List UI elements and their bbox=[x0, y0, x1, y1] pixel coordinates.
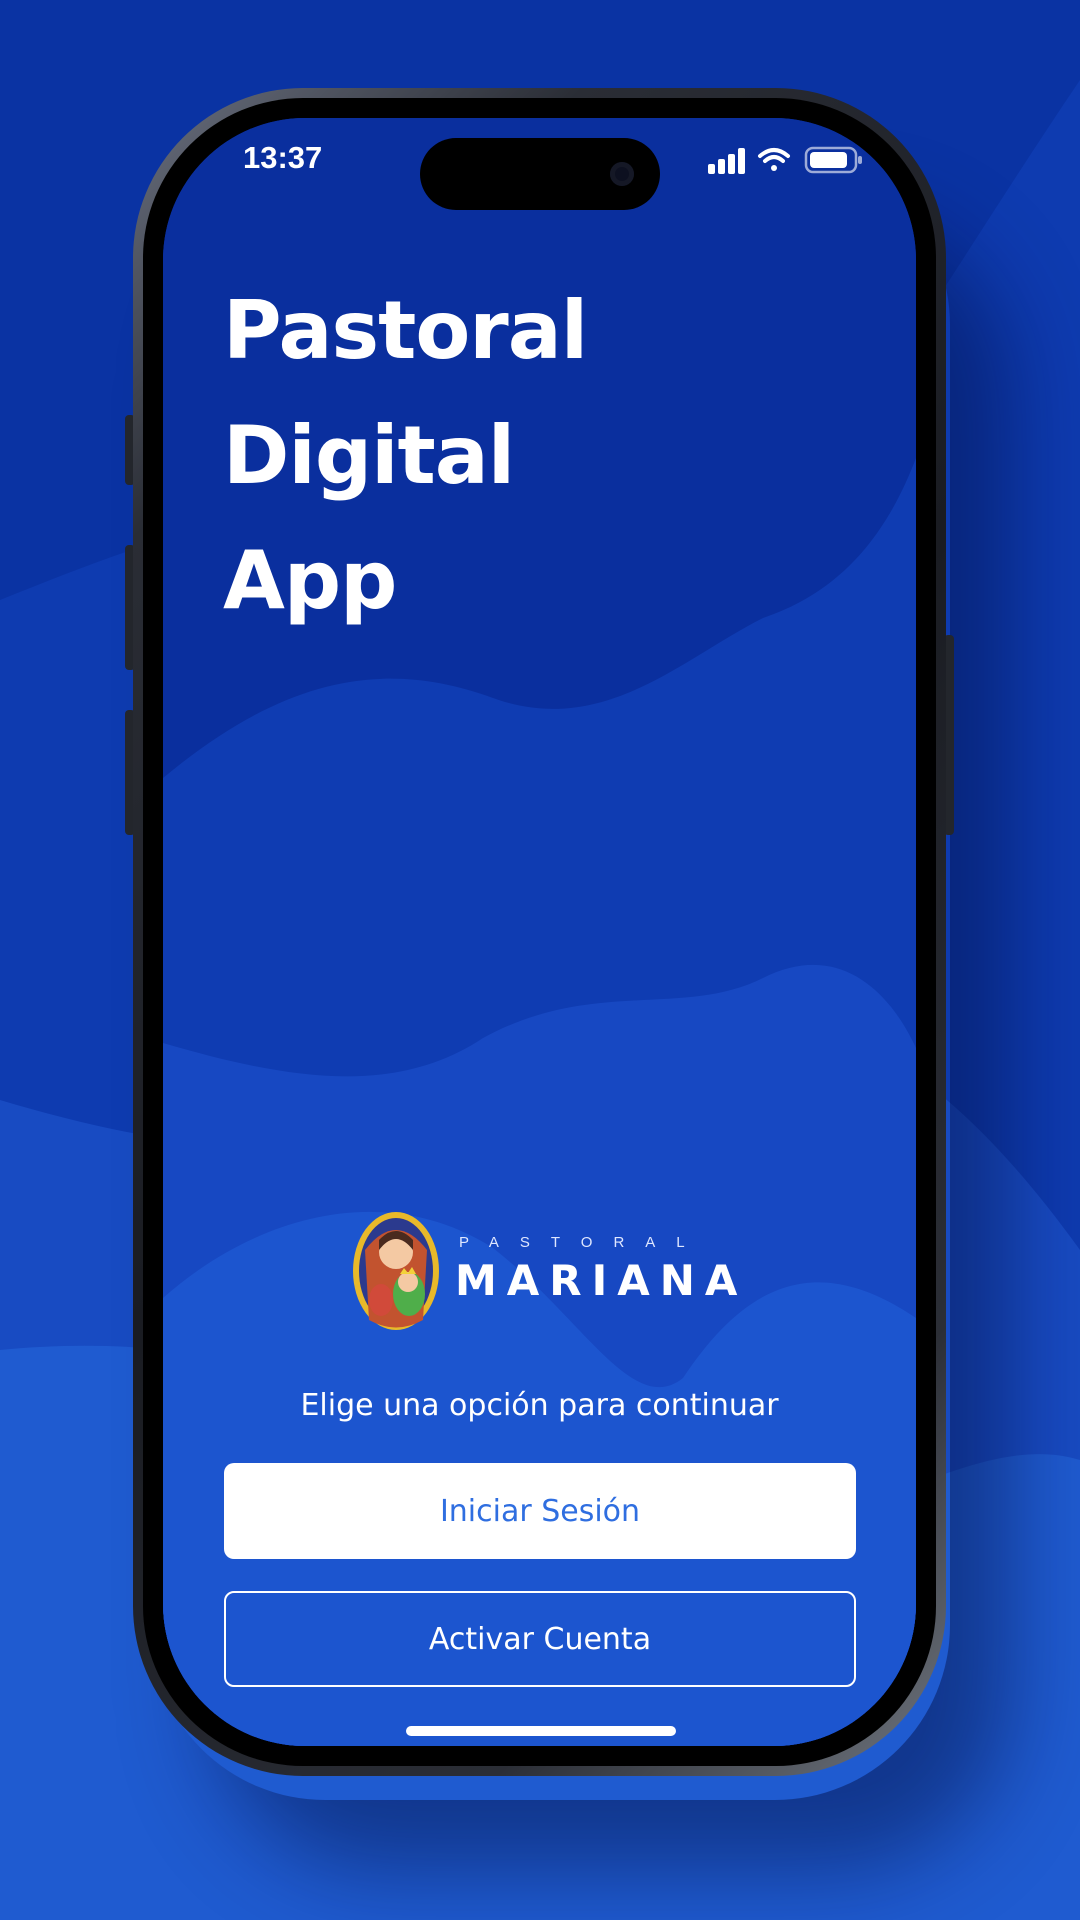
login-button[interactable]: Iniciar Sesión bbox=[224, 1463, 856, 1559]
status-time: 13:37 bbox=[243, 140, 323, 175]
logo-mariana-text: MARIANA bbox=[455, 1256, 748, 1305]
app-title-line-3: App bbox=[223, 534, 397, 627]
signal-icon bbox=[708, 148, 745, 174]
app-title-line-1: Pastoral bbox=[223, 284, 588, 377]
activate-account-button-label: Activar Cuenta bbox=[428, 1621, 652, 1657]
phone-screen: 13:37 Pastoral Digital App PASTORAL MARI… bbox=[163, 118, 916, 1746]
mariana-badge-icon bbox=[353, 1212, 439, 1330]
home-indicator[interactable] bbox=[406, 1726, 676, 1736]
wifi-icon bbox=[758, 148, 790, 171]
battery-icon bbox=[804, 146, 862, 174]
status-icons bbox=[708, 146, 862, 174]
app-title-line-2: Digital bbox=[223, 409, 515, 502]
choose-option-text: Elige una opción para continuar bbox=[300, 1388, 779, 1423]
pastoral-mariana-logo: PASTORAL MARIANA bbox=[351, 1210, 737, 1332]
dynamic-island bbox=[420, 138, 660, 210]
camera-icon bbox=[610, 162, 634, 186]
activate-account-button[interactable]: Activar Cuenta bbox=[224, 1591, 856, 1687]
app-title: Pastoral Digital App bbox=[223, 268, 783, 643]
login-button-label: Iniciar Sesión bbox=[439, 1493, 641, 1529]
logo-pastoral-text: PASTORAL bbox=[459, 1234, 706, 1251]
